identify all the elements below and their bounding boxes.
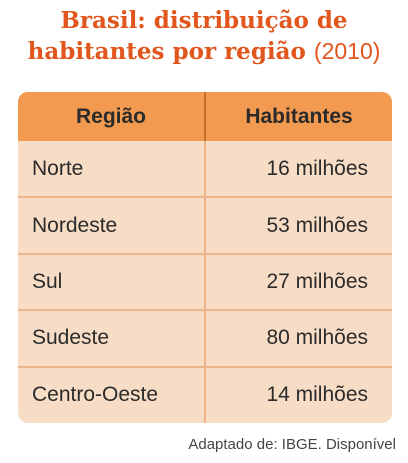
title-line-1: Brasil: distribuição de	[60, 7, 348, 34]
population-table: Região Habitantes Norte 16 milhões Norde…	[18, 92, 392, 423]
header-population: Habitantes	[205, 92, 392, 141]
table-row: Centro-Oeste 14 milhões	[18, 365, 392, 423]
cell-population: 27 milhões	[205, 252, 392, 311]
population-table-container: Região Habitantes Norte 16 milhões Norde…	[18, 92, 392, 423]
title-line-2-text: habitantes por região	[27, 38, 306, 65]
table-row: Norte 16 milhões	[18, 141, 392, 198]
cell-region: Centro-Oeste	[18, 365, 206, 423]
table-header-row: Região Habitantes	[18, 92, 392, 141]
cell-region: Sul	[18, 252, 206, 311]
table-row: Sudeste 80 milhões	[18, 309, 392, 367]
page-title: Brasil: distribuição de habitantes por r…	[0, 6, 408, 67]
cell-population: 14 milhões	[205, 365, 392, 423]
title-line-2: habitantes por região (2010)	[0, 36, 408, 67]
cell-population: 80 milhões	[205, 309, 392, 367]
cell-population: 16 milhões	[266, 156, 368, 180]
table-row: Sul 27 milhões	[18, 252, 392, 311]
title-year: (2010)	[313, 38, 381, 64]
source-caption: Adaptado de: IBGE. Disponível	[188, 436, 396, 453]
table-row: Nordeste 53 milhões	[18, 196, 392, 254]
cell-region: Norte	[18, 141, 206, 198]
header-region: Região	[18, 92, 206, 141]
cell-region: Sudeste	[18, 309, 206, 367]
cell-region: Nordeste	[18, 196, 206, 254]
cell-population: 53 milhões	[205, 196, 392, 254]
